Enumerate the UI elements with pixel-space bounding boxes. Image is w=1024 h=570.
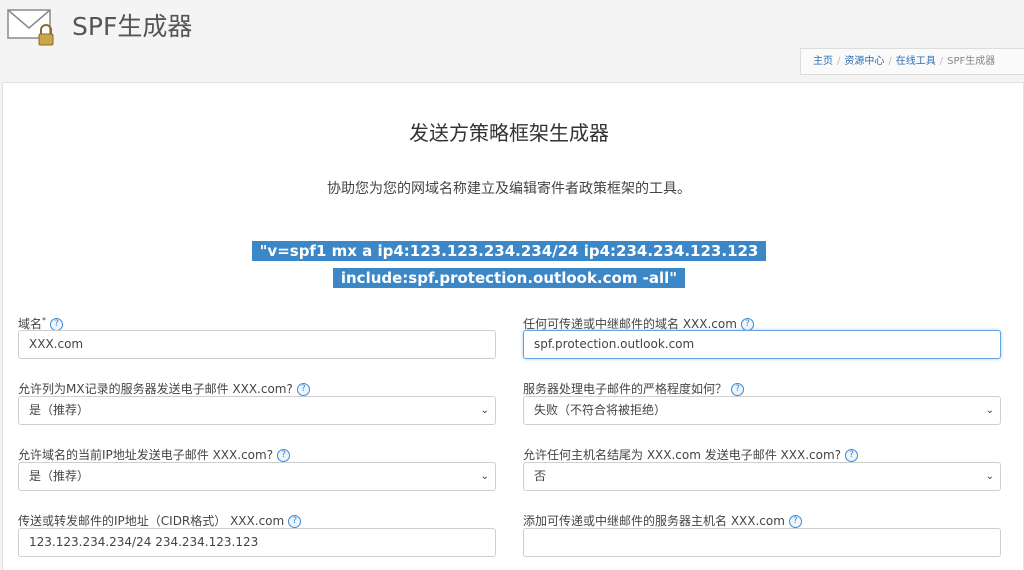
hostnames-label: 添加可传递或中继邮件的服务器主机名 XXX.com? xyxy=(523,512,802,529)
strictness-label: 服务器处理电子邮件的严格程度如何？? xyxy=(523,380,745,397)
ptr-select[interactable]: 否 ⌄ xyxy=(523,462,1001,491)
chevron-down-icon: ⌄ xyxy=(480,471,489,482)
hostnames-input[interactable] xyxy=(523,528,1001,557)
breadcrumb: 主页 / 资源中心 / 在线工具 / SPF生成器 xyxy=(800,48,1024,75)
relay-domain-input[interactable]: spf.protection.outlook.com xyxy=(523,330,1001,359)
envelope-lock-icon xyxy=(7,9,54,46)
help-icon[interactable]: ? xyxy=(288,515,302,528)
page-title: SPF生成器 xyxy=(72,12,193,41)
help-icon[interactable]: ? xyxy=(296,383,310,396)
breadcrumb-home[interactable]: 主页 xyxy=(813,56,833,67)
cidr-input[interactable]: 123.123.234.234/24 234.234.123.123 xyxy=(18,528,496,557)
form-title: 发送方策略框架生成器 xyxy=(409,121,609,145)
breadcrumb-online-tools[interactable]: 在线工具 xyxy=(896,56,936,67)
breadcrumb-resources[interactable]: 资源中心 xyxy=(844,56,884,67)
mx-label: 允许列为MX记录的服务器发送电子邮件 XXX.com?? xyxy=(18,380,310,397)
spf-record-output[interactable]: "v=spf1 mx a ip4:123.123.234.234/24 ip4:… xyxy=(0,238,1018,292)
help-icon[interactable]: ? xyxy=(277,449,291,462)
ip-label: 允许域名的当前IP地址发送电子邮件 XXX.com?? xyxy=(18,446,291,463)
header: SPF生成器 xyxy=(0,0,1024,46)
domain-input[interactable]: XXX.com xyxy=(18,330,496,359)
breadcrumb-current: SPF生成器 xyxy=(947,56,996,67)
chevron-down-icon: ⌄ xyxy=(985,405,994,416)
chevron-down-icon: ⌄ xyxy=(985,471,994,482)
ip-select[interactable]: 是（推荐） ⌄ xyxy=(18,462,496,491)
mx-select[interactable]: 是（推荐） ⌄ xyxy=(18,396,496,425)
breadcrumb-separator: / xyxy=(888,56,892,67)
spf-record-line2: include:spf.protection.outlook.com -all" xyxy=(332,268,686,288)
form-subtitle: 协助您为您的网域名称建立及编辑寄件者政策框架的工具。 xyxy=(327,181,691,197)
chevron-down-icon: ⌄ xyxy=(480,405,489,416)
cidr-label: 传送或转发邮件的IP地址（CIDR格式） XXX.com? xyxy=(18,512,302,529)
ptr-label: 允许任何主机名结尾为 XXX.com 发送电子邮件 XXX.com?? xyxy=(523,446,859,463)
breadcrumb-separator: / xyxy=(837,56,841,67)
help-icon[interactable]: ? xyxy=(731,383,745,396)
form-card xyxy=(2,82,1024,570)
spf-record-line1: "v=spf1 mx a ip4:123.123.234.234/24 ip4:… xyxy=(251,241,767,261)
help-icon[interactable]: ? xyxy=(788,515,802,528)
help-icon[interactable]: ? xyxy=(845,449,859,462)
strictness-select[interactable]: 失败（不符合将被拒绝） ⌄ xyxy=(523,396,1001,425)
breadcrumb-separator: / xyxy=(939,56,944,67)
